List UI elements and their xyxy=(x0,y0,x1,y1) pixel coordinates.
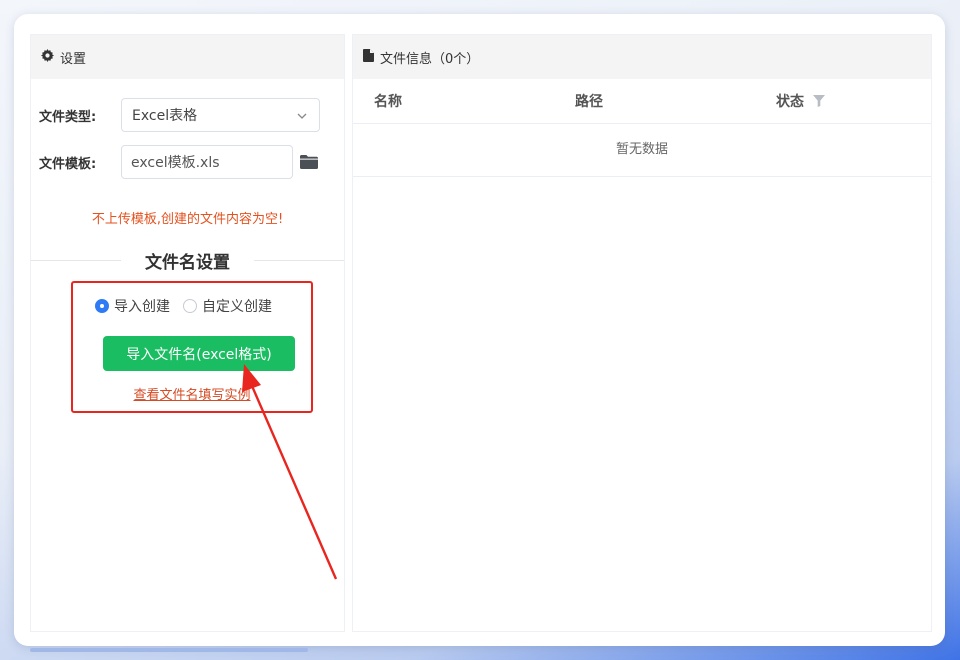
settings-header: 设置 xyxy=(31,35,344,79)
gear-icon xyxy=(41,48,54,66)
divider xyxy=(31,260,121,261)
file-type-select[interactable]: Excel表格 xyxy=(121,98,320,132)
filename-section-title: 文件名设置 xyxy=(31,248,344,273)
file-info-title: 文件信息（0个） xyxy=(380,51,480,67)
folder-icon[interactable] xyxy=(300,155,318,169)
file-info-panel: 文件信息（0个） 名称 路径 状态 暂无数据 xyxy=(352,34,932,632)
filename-example-link[interactable]: 查看文件名填写实例 xyxy=(73,384,311,403)
column-status[interactable]: 状态 xyxy=(776,91,825,111)
file-type-row: 文件类型: Excel表格 xyxy=(39,98,320,132)
table-header: 名称 路径 状态 xyxy=(353,79,931,124)
radio-checked-icon xyxy=(95,299,109,313)
divider xyxy=(254,260,344,261)
filter-icon[interactable] xyxy=(812,95,825,111)
create-mode-radio-group: 导入创建 自定义创建 xyxy=(95,296,285,316)
settings-title: 设置 xyxy=(60,51,87,67)
column-status-label: 状态 xyxy=(776,94,804,110)
file-type-label: 文件类型: xyxy=(39,109,97,125)
document-icon xyxy=(363,48,374,66)
radio-unchecked-icon xyxy=(183,299,197,313)
horizontal-scrollbar[interactable] xyxy=(30,648,308,652)
chevron-down-icon xyxy=(297,109,307,122)
file-template-value: excel模板.xls xyxy=(131,155,220,171)
empty-table-message: 暂无数据 xyxy=(353,124,931,177)
import-filenames-button[interactable]: 导入文件名(excel格式) xyxy=(103,336,295,371)
radio-import-create[interactable]: 导入创建 xyxy=(95,296,170,316)
empty-template-warning: 不上传模板,创建的文件内容为空! xyxy=(91,212,284,227)
settings-panel: 设置 文件类型: Excel表格 文件模板: excel模板.xls 不上传模板… xyxy=(30,34,345,632)
radio-label: 导入创建 xyxy=(114,299,170,315)
file-template-input[interactable]: excel模板.xls xyxy=(121,145,293,179)
filename-section-label: 文件名设置 xyxy=(145,253,230,273)
file-type-value: Excel表格 xyxy=(132,108,198,124)
column-name: 名称 xyxy=(374,94,402,110)
file-template-label: 文件模板: xyxy=(39,156,97,172)
file-template-row: 文件模板: excel模板.xls xyxy=(39,145,318,179)
radio-label: 自定义创建 xyxy=(202,299,272,315)
column-path: 路径 xyxy=(575,94,603,110)
app-window: 设置 文件类型: Excel表格 文件模板: excel模板.xls 不上传模板… xyxy=(14,14,945,646)
radio-custom-create[interactable]: 自定义创建 xyxy=(183,296,272,316)
highlight-annotation-box: 导入创建 自定义创建 导入文件名(excel格式) 查看文件名填写实例 xyxy=(71,281,313,413)
file-info-header: 文件信息（0个） xyxy=(353,35,931,79)
